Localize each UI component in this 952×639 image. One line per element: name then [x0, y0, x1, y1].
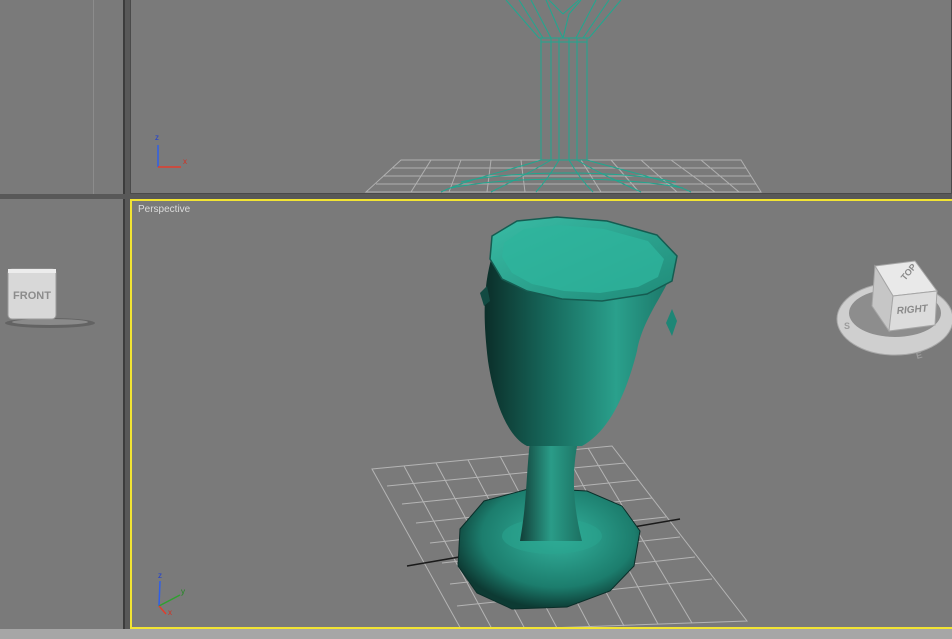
- status-bar: [0, 629, 952, 639]
- perspective-scene: z y x S E TOP RIGHT: [158, 216, 952, 627]
- grid-line: [93, 0, 94, 194]
- axis-y-label: y: [181, 587, 185, 596]
- viewcube-front[interactable]: FRONT: [0, 199, 125, 629]
- viewcube-face-label: FRONT: [13, 290, 51, 302]
- viewport-bottom-left[interactable]: FRONT: [0, 199, 125, 629]
- viewport-front[interactable]: z x: [130, 0, 952, 194]
- axis-gizmo-perspective: z y x: [158, 571, 185, 617]
- axis-gizmo-front: z x: [155, 133, 187, 168]
- goblet-wireframe: [440, 0, 692, 193]
- wireframe-scene: z x: [155, 0, 762, 193]
- viewport-perspective[interactable]: Perspective z y x S E TOP RIGHT: [130, 199, 952, 629]
- axis-x-label: x: [183, 157, 187, 166]
- axis-x-label: x: [168, 608, 172, 617]
- grid: [364, 159, 762, 193]
- viewport-top-left[interactable]: [0, 0, 125, 194]
- axis-z-label: z: [155, 133, 159, 142]
- axis-z-label: z: [158, 571, 162, 580]
- viewcube-perspective[interactable]: S E TOP RIGHT: [836, 260, 952, 361]
- goblet-model: [457, 216, 678, 610]
- compass-letter-s: S: [844, 321, 850, 331]
